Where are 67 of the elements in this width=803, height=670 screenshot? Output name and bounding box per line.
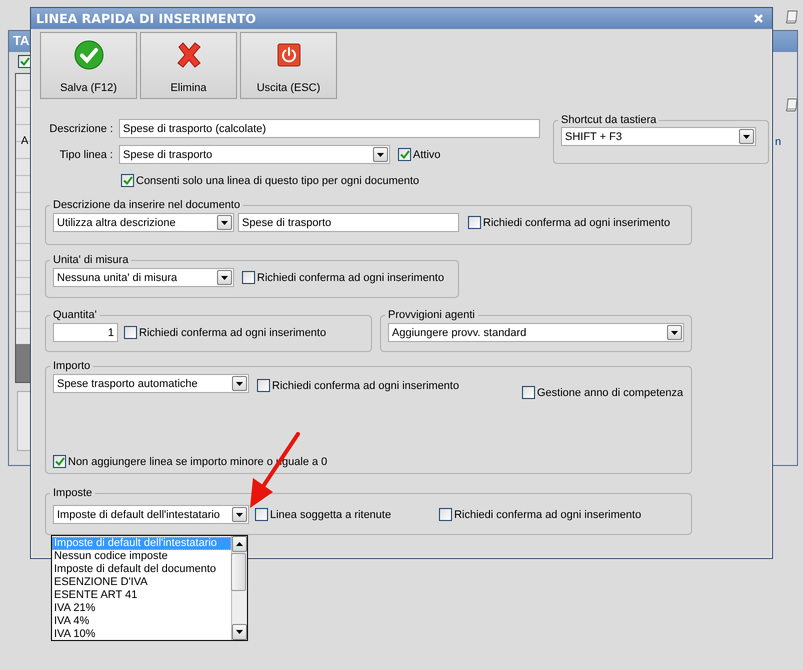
checkbox-label: Richiedi conferma ad ogni inserimento: [139, 326, 326, 338]
scroll-up-button[interactable]: [232, 536, 247, 552]
window-title: LINEA RAPIDA DI INSERIMENTO: [36, 11, 256, 26]
checkbox[interactable]: [398, 148, 411, 161]
dropdown[interactable]: SHIFT + F3: [561, 127, 756, 146]
checkbox-label: Gestione anno di competenza: [537, 386, 684, 398]
input-field[interactable]: Spese di trasporto: [238, 213, 459, 232]
caret-icon: [217, 270, 232, 285]
toolbar-button[interactable]: Salva (F12): [40, 32, 137, 99]
dropdown[interactable]: Spese trasporto automatiche: [53, 374, 249, 393]
toolbar-button[interactable]: Uscita (ESC): [240, 32, 337, 99]
checkbox-label: Richiedi conferma ad ogni inserimento: [257, 272, 444, 284]
group-title: Imposte: [52, 487, 94, 499]
group-title: Shortcut da tastiera: [560, 114, 658, 126]
checkbox-label: Linea soggetta a ritenute: [270, 508, 392, 520]
caret-icon: [373, 147, 388, 162]
caret-icon: [217, 215, 232, 230]
label: A: [21, 135, 28, 147]
dropdown[interactable]: Nessuna unita' di misura: [53, 268, 234, 287]
checkbox[interactable]: [18, 55, 31, 68]
group-title: Importo: [52, 360, 92, 372]
checkbox[interactable]: [242, 271, 255, 284]
list-item[interactable]: Nessun codice imposte: [52, 550, 231, 563]
dropdown[interactable]: Imposte di default dell'intestatario: [53, 505, 249, 524]
caret-icon: [739, 129, 754, 144]
scroll-icon: [784, 9, 800, 25]
close-icon[interactable]: [753, 13, 764, 24]
list-item[interactable]: IVA 4%: [52, 615, 231, 628]
checkbox-label: Richiedi conferma ad ogni inserimento: [272, 380, 460, 392]
caret-icon: [232, 376, 247, 391]
checkbox[interactable]: [439, 508, 452, 521]
field-label: Descrizione :: [48, 122, 113, 134]
checkbox-label: Consenti solo una linea di questo tipo per ogni documento: [136, 174, 420, 186]
scroll-down-button[interactable]: [232, 624, 247, 640]
input-field[interactable]: Spese di trasporto (calcolate): [119, 119, 540, 138]
caret-icon: [232, 507, 247, 522]
checkbox[interactable]: [468, 216, 481, 229]
group-title: Unita' di misura: [52, 254, 130, 266]
caret-icon: [667, 325, 682, 340]
checkmark-icon: [74, 40, 104, 70]
list-item[interactable]: Imposte di default del documento: [52, 563, 231, 576]
checkbox[interactable]: [53, 455, 66, 468]
field-label: Tipo linea :: [58, 148, 113, 160]
dropdown[interactable]: Utilizza altra descrizione: [53, 213, 234, 232]
checkbox-label: Richiedi conferma ad ogni inserimento: [483, 216, 670, 228]
checkbox-label: Richiedi conferma ad ogni inserimento: [454, 508, 642, 520]
checkbox[interactable]: [522, 386, 535, 399]
checkbox[interactable]: [121, 174, 134, 187]
list-item[interactable]: IVA 21%: [52, 602, 231, 615]
down-arrow-icon: [236, 630, 243, 634]
up-arrow-icon: [236, 542, 243, 546]
checkbox[interactable]: [124, 326, 137, 339]
dropdown[interactable]: Spese di trasporto: [119, 145, 390, 164]
group-title: Quantita': [52, 309, 98, 321]
group-title: Provvigioni agenti: [387, 309, 476, 321]
list-item[interactable]: IVA 10%: [52, 628, 231, 641]
dropdown[interactable]: Aggiungere provv. standard: [388, 323, 684, 342]
label: n: [775, 136, 782, 148]
group-title: Descrizione da inserire nel documento: [52, 199, 242, 211]
window-title: TA: [13, 33, 30, 48]
checkbox[interactable]: [257, 379, 270, 392]
toolbar-button[interactable]: Elimina: [140, 32, 237, 99]
list-item[interactable]: ESENTE ART 41: [52, 589, 231, 602]
list-item[interactable]: ESENZIONE D'IVA: [52, 576, 231, 589]
checkbox[interactable]: [255, 508, 268, 521]
checkbox-label: Attivo: [413, 148, 441, 160]
input-field[interactable]: 1: [53, 323, 118, 342]
